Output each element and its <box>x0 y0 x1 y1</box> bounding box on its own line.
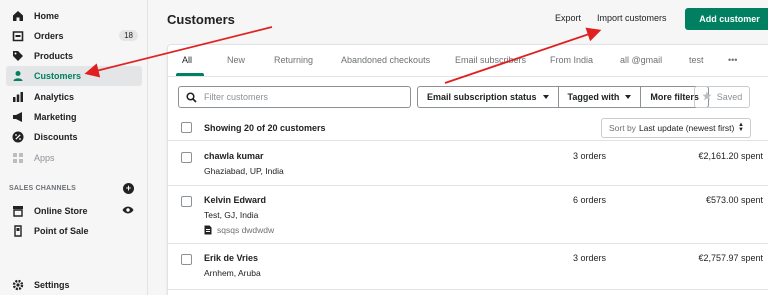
sales-channels-heading: SALES CHANNELS <box>9 185 76 192</box>
tab-abandoned-checkouts[interactable]: Abandoned checkouts <box>341 55 430 65</box>
sort-arrows-icon: ▲ ▼ <box>738 122 744 133</box>
person-icon <box>11 69 25 83</box>
customer-spent: €2,161.20 spent <box>698 151 763 161</box>
sidebar-item-discounts[interactable]: Discounts <box>6 127 142 147</box>
active-tab-indicator <box>176 73 204 76</box>
search-placeholder: Filter customers <box>204 92 269 102</box>
selection-row: Showing 20 of 20 customers Sort by Last … <box>168 115 768 141</box>
customer-spent: €573.00 spent <box>705 195 763 205</box>
customer-name: chawla kumar <box>204 151 264 161</box>
sidebar-item-products[interactable]: Products <box>6 46 142 66</box>
orders-icon <box>11 29 25 43</box>
sidebar-item-label: Settings <box>34 280 70 290</box>
saved-label: Saved <box>716 92 743 102</box>
bar-chart-icon <box>11 90 25 104</box>
note-icon <box>204 225 212 235</box>
sidebar-item-marketing[interactable]: Marketing <box>6 107 142 127</box>
tag-icon <box>11 49 25 63</box>
tagged-with-label: Tagged with <box>567 92 620 102</box>
search-icon <box>186 91 197 103</box>
sidebar-item-label: Apps <box>34 153 55 163</box>
tab-email-subscribers[interactable]: Email subscribers <box>455 55 526 65</box>
customer-location: Ghaziabad, UP, India <box>204 166 284 176</box>
caret-down-icon <box>625 95 632 99</box>
customer-note: sqsqs dwdwdw <box>204 225 274 235</box>
customer-orders: 3 orders <box>573 253 607 263</box>
view-store-eye-icon[interactable] <box>122 205 134 217</box>
customer-spent: €2,757.97 spent <box>698 253 763 263</box>
search-input[interactable]: Filter customers <box>178 86 411 108</box>
sidebar-item-customers[interactable]: Customers <box>6 66 142 86</box>
sidebar-item-online-store[interactable]: Online Store <box>6 201 142 221</box>
showing-count-text: Showing 20 of 20 customers <box>204 123 326 133</box>
discount-icon <box>11 130 25 144</box>
more-tabs-button[interactable]: ••• <box>728 55 737 65</box>
page-title: Customers <box>167 12 235 27</box>
customer-note-text: sqsqs dwdwdw <box>217 225 275 235</box>
sort-prefix: Sort by <box>609 123 636 133</box>
sidebar-item-label: Discounts <box>34 132 78 142</box>
tab-all-gmail[interactable]: all @gmail <box>620 55 662 65</box>
tab-from-india[interactable]: From India <box>550 55 593 65</box>
megaphone-icon <box>11 110 25 124</box>
gear-icon <box>11 278 25 292</box>
main-content: Customers Export Import customers Add cu… <box>149 0 768 295</box>
table-row[interactable]: Erik de Vries Arnhem, Aruba 3 orders €2,… <box>168 244 768 290</box>
home-icon <box>11 9 25 23</box>
sidebar-item-apps[interactable]: Apps <box>6 148 142 168</box>
sidebar-item-home[interactable]: Home <box>6 6 142 26</box>
add-customer-button[interactable]: Add customer <box>685 8 768 30</box>
store-icon <box>11 204 25 218</box>
tab-all[interactable]: All <box>182 55 192 65</box>
customers-card: All New Returning Abandoned checkouts Em… <box>167 44 768 295</box>
row-checkbox[interactable] <box>181 254 192 265</box>
customer-location: Test, GJ, India <box>204 210 259 220</box>
export-button[interactable]: Export <box>555 13 581 23</box>
tab-returning[interactable]: Returning <box>274 55 313 65</box>
sort-value: Last update (newest first) <box>638 123 735 133</box>
sidebar-item-label: Marketing <box>34 112 77 122</box>
customer-location: Arnhem, Aruba <box>204 268 261 278</box>
saved-button[interactable]: Saved <box>694 86 750 108</box>
sidebar-item-label: Analytics <box>34 92 75 102</box>
pos-icon <box>11 224 25 238</box>
customer-orders: 3 orders <box>573 151 607 161</box>
tagged-with-filter-button[interactable]: Tagged with <box>559 87 642 107</box>
select-all-checkbox[interactable] <box>181 122 192 133</box>
sidebar-item-label: Online Store <box>34 206 88 216</box>
row-checkbox[interactable] <box>181 196 192 207</box>
sidebar-item-label: Orders <box>34 31 64 41</box>
more-filters-label: More filters <box>650 92 699 102</box>
sidebar: Home Orders 18 Products Customers Analyt… <box>0 0 148 295</box>
tab-bar: All New Returning Abandoned checkouts Em… <box>168 45 768 77</box>
row-checkbox[interactable] <box>181 152 192 163</box>
caret-down-icon <box>542 95 549 99</box>
sidebar-item-label: Point of Sale <box>34 226 89 236</box>
import-customers-button[interactable]: Import customers <box>597 13 667 23</box>
customer-name: Erik de Vries <box>204 253 259 263</box>
customer-orders: 6 orders <box>573 195 607 205</box>
sort-select[interactable]: Sort by Last update (newest first) ▲ ▼ <box>601 118 751 138</box>
tab-test[interactable]: test <box>689 55 704 65</box>
email-subscription-label: Email subscription status <box>427 92 537 102</box>
apps-icon <box>11 151 25 165</box>
sidebar-item-point-of-sale[interactable]: Point of Sale <box>6 221 142 241</box>
sidebar-item-orders[interactable]: Orders 18 <box>6 26 142 46</box>
customer-name: Kelvin Edward <box>204 195 267 205</box>
star-icon <box>702 91 712 103</box>
sidebar-item-analytics[interactable]: Analytics <box>6 87 142 107</box>
orders-count-badge: 18 <box>119 30 138 41</box>
sidebar-item-label: Products <box>34 51 74 61</box>
add-channel-icon[interactable]: + <box>123 183 134 194</box>
table-row[interactable]: chawla kumar Ghaziabad, UP, India 3 orde… <box>168 142 768 186</box>
email-subscription-filter-button[interactable]: Email subscription status <box>418 87 559 107</box>
sidebar-item-settings[interactable]: Settings <box>6 275 142 295</box>
sidebar-item-label: Customers <box>34 71 82 81</box>
tab-new[interactable]: New <box>227 55 245 65</box>
sidebar-item-label: Home <box>34 11 60 21</box>
filter-buttons: Email subscription status Tagged with Mo… <box>417 86 709 108</box>
table-row[interactable]: Kelvin Edward Test, GJ, India sqsqs dwdw… <box>168 186 768 244</box>
